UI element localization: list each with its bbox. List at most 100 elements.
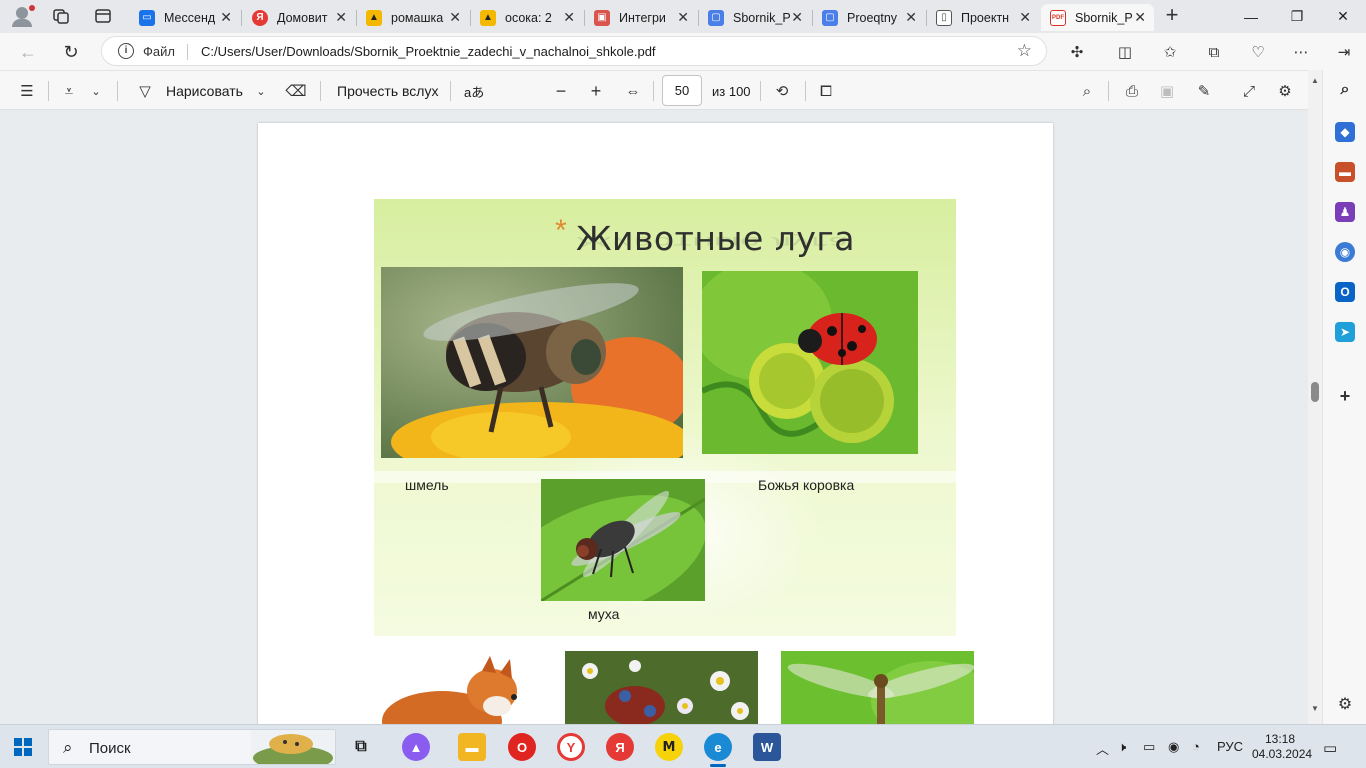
tab-romashka[interactable]: ▲ ромашка ✕ xyxy=(357,4,469,31)
zoom-out-button[interactable]: − xyxy=(550,80,572,102)
sidebar-outlook-icon[interactable]: O xyxy=(1335,282,1355,302)
highlight-icon[interactable]: ⩡ xyxy=(58,80,80,102)
save-as-icon[interactable]: ✎ xyxy=(1193,80,1215,102)
fullscreen-icon[interactable]: ⤢ xyxy=(1238,80,1260,102)
url-text[interactable]: C:/Users/User/Downloads/Sbornik_Proektni… xyxy=(201,44,656,59)
profile-avatar-icon[interactable] xyxy=(9,5,35,27)
task-view-icon[interactable]: ⧉ xyxy=(347,733,375,761)
tab-close-icon[interactable]: ✕ xyxy=(1019,9,1031,26)
workspaces-icon[interactable] xyxy=(52,8,70,24)
taskbar-search[interactable]: ⌕ Поиск xyxy=(48,729,336,765)
word-icon[interactable]: W xyxy=(753,733,781,761)
settings-gear-icon[interactable]: ⚙ xyxy=(1274,80,1296,102)
extensions-icon[interactable]: ✣ xyxy=(1066,41,1088,63)
battery-icon[interactable]: ▭ xyxy=(1143,739,1155,755)
clock-date: 04.03.2024 xyxy=(1252,747,1313,761)
edge-icon[interactable]: e xyxy=(704,733,732,767)
read-aloud-button[interactable]: Прочесть вслух xyxy=(337,80,438,102)
tab-osoka[interactable]: ▲ осока: 2 ✕ xyxy=(471,4,583,31)
refresh-button[interactable]: ↻ xyxy=(58,39,84,65)
tab-close-icon[interactable]: ✕ xyxy=(905,9,917,26)
sidebar-telegram-icon[interactable]: ➤ xyxy=(1335,322,1355,342)
draw-icon[interactable]: ▽ xyxy=(134,80,156,102)
tray-chevron-icon[interactable]: ︿ xyxy=(1096,739,1109,758)
notifications-icon[interactable]: ▭ xyxy=(1323,739,1337,757)
browser-essentials-icon[interactable]: ♡ xyxy=(1247,41,1269,63)
opera-icon[interactable]: O xyxy=(508,733,536,761)
tab-proektn[interactable]: ▯ Проектн ✕ xyxy=(927,4,1039,31)
page-favicon-icon: ▯ xyxy=(936,9,952,26)
search-icon[interactable]: ⌕ xyxy=(1076,80,1098,102)
tab-messenger[interactable]: ▭ Мессенд ✕ xyxy=(130,4,240,31)
tab-actions-icon[interactable] xyxy=(94,8,112,24)
clock-time: 13:18 xyxy=(1264,732,1296,746)
page-view-icon[interactable]: ⧠ xyxy=(815,80,837,102)
file-explorer-icon[interactable]: ▬ xyxy=(458,733,486,761)
yandex-browser-icon[interactable]: Y xyxy=(557,733,585,761)
split-screen-icon[interactable]: ◫ xyxy=(1114,41,1136,63)
tab-close-icon[interactable]: ✕ xyxy=(791,9,803,26)
info-icon[interactable]: i xyxy=(118,43,134,59)
back-button[interactable]: ← xyxy=(15,39,41,65)
draw-button[interactable]: Нарисовать xyxy=(166,80,243,102)
rotate-icon[interactable]: ⟲ xyxy=(771,80,793,102)
eraser-icon[interactable]: ⌫ xyxy=(285,80,307,102)
contents-icon[interactable]: ☰ xyxy=(16,80,38,102)
new-tab-button[interactable]: + xyxy=(1161,4,1183,27)
collections-icon[interactable]: ⧉ xyxy=(1203,41,1225,63)
sidebar-settings-icon[interactable]: ⚙ xyxy=(1335,694,1355,714)
close-window-button[interactable]: ✕ xyxy=(1320,0,1366,33)
address-bar[interactable]: i Файл C:/Users/User/Downloads/Sbornik_P… xyxy=(101,36,1047,66)
sidebar-shopping-icon[interactable]: ◆ xyxy=(1335,122,1355,142)
highlight-dropdown-icon[interactable]: ⌄ xyxy=(85,80,107,102)
tab-close-icon[interactable]: ✕ xyxy=(563,9,575,26)
network-icon[interactable]: ◔ xyxy=(1192,739,1200,754)
start-button[interactable] xyxy=(14,738,32,756)
tab-domovit[interactable]: Я Домовит ✕ xyxy=(243,4,355,31)
sidebar-toggle-icon[interactable]: ⇥ xyxy=(1333,41,1355,63)
scroll-thumb[interactable] xyxy=(1311,382,1319,402)
yandex-icon[interactable]: Я xyxy=(606,733,634,761)
tab-title: осока: 2 xyxy=(505,10,552,25)
translate-icon[interactable]: aあ xyxy=(464,80,484,102)
language-indicator[interactable]: РУС xyxy=(1217,739,1243,754)
zoom-in-button[interactable]: + xyxy=(585,80,607,102)
tab-title: Sbornik_P xyxy=(733,10,791,25)
tab-close-icon[interactable]: ✕ xyxy=(677,9,689,26)
edge-sidebar: ⌕ ◆ ▬ ♟ ◉ O ➤ + ⚙ xyxy=(1322,70,1366,724)
yandex-market-icon[interactable]: Ⅿ xyxy=(655,733,683,761)
save-icon[interactable]: ▣ xyxy=(1156,80,1178,102)
sidebar-games-icon[interactable]: ♟ xyxy=(1335,202,1355,222)
sidebar-copilot-icon[interactable]: ◉ xyxy=(1335,242,1355,262)
maximize-button[interactable]: ❐ xyxy=(1274,0,1320,33)
print-icon[interactable]: ⎙ xyxy=(1121,80,1143,102)
scroll-down-icon[interactable]: ▼ xyxy=(1311,704,1319,713)
tab-integri[interactable]: ▣ Интегри ✕ xyxy=(585,4,697,31)
page-total-label: из 100 xyxy=(712,83,751,99)
minimize-button[interactable]: ― xyxy=(1228,0,1274,33)
vertical-scrollbar[interactable]: ▲ ▼ xyxy=(1308,70,1322,724)
tab-sbornik-1[interactable]: ▢ Sbornik_P ✕ xyxy=(699,4,811,31)
sidebar-tools-icon[interactable]: ▬ xyxy=(1335,162,1355,182)
tab-sbornik-active[interactable]: PDF Sbornik_P ✕ xyxy=(1041,4,1154,31)
pdf-viewer[interactable]: * Животные луга Животные луга шмель Божь… xyxy=(0,111,1308,724)
tab-proeqtny[interactable]: ▢ Proeqtny ✕ xyxy=(813,4,925,31)
taskbar-search-label: Поиск xyxy=(89,740,131,757)
favorite-star-icon[interactable]: ☆ xyxy=(1017,41,1032,61)
sidebar-add-icon[interactable]: + xyxy=(1335,386,1355,406)
page-number-input[interactable]: 50 xyxy=(662,75,702,106)
camera-icon[interactable]: ◉ xyxy=(1168,739,1179,755)
tab-close-icon[interactable]: ✕ xyxy=(220,9,232,26)
scroll-up-icon[interactable]: ▲ xyxy=(1311,76,1319,85)
tab-close-icon[interactable]: ✕ xyxy=(449,9,461,26)
sidebar-search-icon[interactable]: ⌕ xyxy=(1335,80,1355,100)
tab-close-icon[interactable]: ✕ xyxy=(1134,9,1146,26)
more-menu-icon[interactable]: ⋯ xyxy=(1290,41,1312,63)
favorites-icon[interactable]: ✩ xyxy=(1159,41,1181,63)
draw-dropdown-icon[interactable]: ⌄ xyxy=(250,80,272,102)
tab-close-icon[interactable]: ✕ xyxy=(335,9,347,26)
mute-icon[interactable]: 🕨 xyxy=(1118,739,1126,755)
fit-width-icon[interactable]: ⇔ xyxy=(622,80,644,102)
clock[interactable]: 13:18 04.03.2024 xyxy=(1252,732,1313,762)
alice-icon[interactable]: ▲ xyxy=(402,733,430,761)
